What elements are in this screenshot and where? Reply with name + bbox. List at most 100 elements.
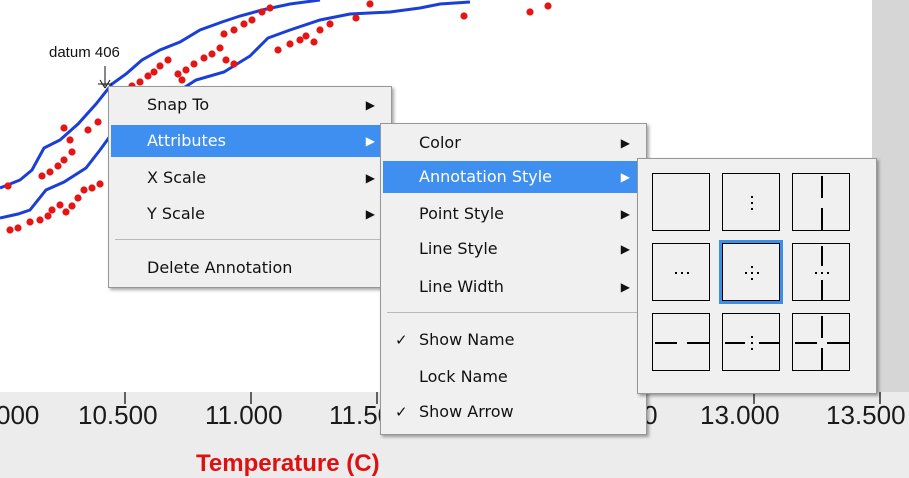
annotation-style-dotted-cross-vertical-icon [815,246,829,300]
scatter-point [74,194,82,202]
scatter-point [200,54,208,62]
annotation-style-solid-horizontal-long[interactable] [652,313,710,371]
menu-item-delete-annotation[interactable]: Delete Annotation [111,252,389,284]
scatter-point [258,8,266,16]
scatter-point [62,208,70,216]
scatter-point [302,32,310,40]
menu-item-label: Line Style [419,239,498,258]
menu-item-color[interactable]: Color ▶ [383,127,644,159]
scatter-point [96,180,104,188]
scatter-point [230,26,238,34]
scatter-point [144,72,152,80]
annotation-style-solid-cross-long[interactable] [792,313,850,371]
check-icon: ✓ [395,331,408,349]
menu-item-label: X Scale [147,168,207,187]
check-icon: ✓ [395,403,408,421]
x-axis-title: Temperature (C) [196,450,380,477]
menu-item-show-arrow[interactable]: ✓ Show Arrow [383,396,644,428]
scatter-point [84,126,92,134]
submenu-arrow-icon: ▶ [365,134,375,148]
scatter-point [216,44,224,52]
annotation-style-dotted-cross-small-icon [745,266,759,280]
scatter-point [248,16,256,24]
annotation-label[interactable]: datum 406 [49,44,120,61]
scatter-point [208,50,216,58]
scatter-point [38,172,46,180]
submenu-arrow-icon: ▶ [620,207,630,221]
scatter-point [178,76,186,84]
menu-item-line-width[interactable]: Line Width ▶ [383,271,644,303]
menu-item-label: Attributes [147,131,226,150]
submenu-arrow-icon: ▶ [620,170,630,184]
submenu-arrow-icon: ▶ [365,98,375,112]
scatter-point [240,20,248,28]
menu-item-label: Show Name [419,330,515,349]
annotation-style-dotted-horizontal-short-icon [675,272,689,274]
scatter-point [286,40,294,48]
scatter-point [44,212,52,220]
menu-item-annotation-style[interactable]: Annotation Style ▶ [383,161,644,193]
menu-item-label: Lock Name [419,367,508,386]
scatter-point [68,148,76,156]
scatter-point [60,156,68,164]
menu-item-label: Line Width [419,277,504,296]
annotation-style-dotted-vertical-short[interactable] [722,173,780,231]
menu-item-y-scale[interactable]: Y Scale ▶ [111,198,389,230]
scatter-point [4,182,12,190]
scatter-point [36,216,44,224]
annotation-style-none-icon [653,174,711,232]
scatter-point [526,8,534,16]
annotation-style-dotted-horizontal-short[interactable] [652,243,710,301]
context-menu: Snap To ▶ Attributes ▶ X Scale ▶ Y Scale… [108,86,392,288]
scatter-point [366,0,374,8]
menu-item-snap-to[interactable]: Snap To ▶ [111,89,389,121]
scatter-point [156,62,164,70]
scatter-point [230,60,238,68]
scatter-point [316,26,324,34]
scatter-point [68,202,76,210]
menu-item-point-style[interactable]: Point Style ▶ [383,198,644,230]
menu-item-label: Show Arrow [419,402,514,421]
submenu-arrow-icon: ▶ [365,207,375,221]
scatter-point [56,201,64,209]
scatter-point [326,20,334,28]
scatter-point [310,38,318,46]
menu-item-show-name[interactable]: ✓ Show Name [383,324,644,356]
submenu-arrow-icon: ▶ [365,171,375,185]
scatter-point [88,184,96,192]
scatter-point [46,168,54,176]
scatter-point [296,36,304,44]
scatter-point [80,186,88,194]
annotation-style-solid-vertical-long[interactable] [792,173,850,231]
annotation-style-dotted-cross-small[interactable] [719,240,783,304]
scatter-point [14,224,22,232]
annotation-style-dotted-cross-horizontal[interactable] [722,313,780,371]
scatter-point [54,162,62,170]
annotation-style-dotted-cross-vertical[interactable] [792,243,850,301]
menu-item-attributes[interactable]: Attributes ▶ [111,125,389,157]
menu-item-line-style[interactable]: Line Style ▶ [383,233,644,265]
menu-separator [115,239,385,240]
scatter-point [222,56,230,64]
scatter-point [6,226,14,234]
annotation-style-none[interactable] [652,173,710,231]
menu-separator [387,312,640,313]
attributes-submenu: Color ▶ Annotation Style ▶ Point Style ▶… [380,123,647,435]
scatter-point [136,78,144,86]
submenu-arrow-icon: ▶ [620,242,630,256]
scatter-point [190,60,198,68]
scatter-point [544,2,552,10]
menu-item-x-scale[interactable]: X Scale ▶ [111,162,389,194]
scatter-point [460,12,468,20]
annotation-style-solid-cross-long-icon [795,316,849,370]
menu-item-label: Color [419,133,461,152]
scatter-point [66,136,74,144]
plot-margin [872,0,909,392]
menu-item-label: Annotation Style [419,167,553,186]
menu-item-label: Snap To [147,95,210,114]
scatter-point [164,56,172,64]
annotation-style-dotted-cross-horizontal-icon [725,336,779,350]
menu-item-lock-name[interactable]: Lock Name [383,361,644,393]
scatter-point [220,30,228,38]
menu-item-label: Point Style [419,204,504,223]
